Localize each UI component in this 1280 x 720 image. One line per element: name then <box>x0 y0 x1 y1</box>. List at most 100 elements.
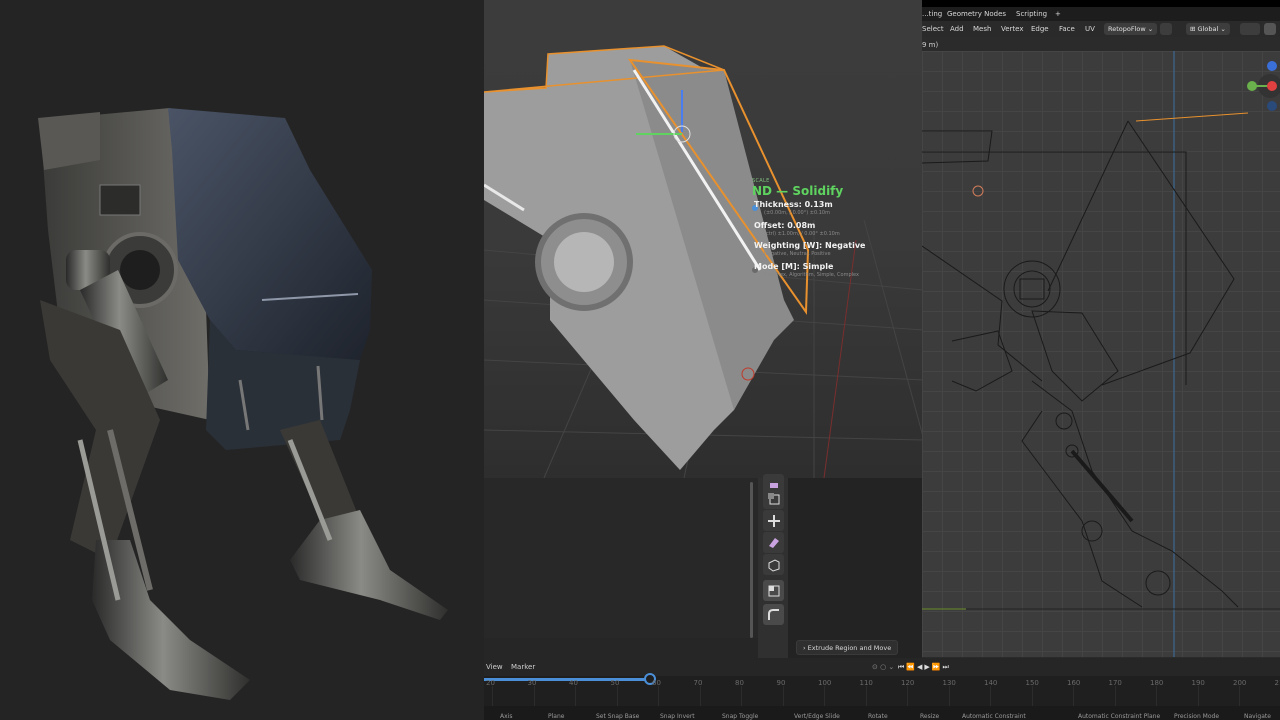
extrude-tool-button[interactable] <box>763 488 784 509</box>
status-hint: Axis <box>500 713 513 720</box>
timeline-tick-label: 80 <box>735 679 744 687</box>
viewport-header: Select Add Mesh Vertex Edge Face UV Reto… <box>922 21 1280 37</box>
wireframe-robot <box>922 51 1280 657</box>
walker-robot-illustration <box>38 108 448 700</box>
status-hint: Plane <box>548 713 565 720</box>
box-tool-button[interactable] <box>763 554 784 575</box>
tab-scripting[interactable]: Scripting <box>1016 10 1047 18</box>
timeline-menu-marker[interactable]: Marker <box>511 663 535 671</box>
transform-orientation-label: Global <box>1197 25 1219 33</box>
timeline-gridline <box>1156 686 1157 706</box>
timeline-gridline <box>616 686 618 706</box>
status-bar: Axis Plane Set Snap Base Snap Invert Snap To… <box>484 706 1280 720</box>
status-hint: Vert/Edge Slide <box>794 713 840 720</box>
tab-texture-painting[interactable]: ...ting <box>922 10 942 18</box>
scale-tool-button[interactable] <box>763 580 784 601</box>
timeline-tick-label: 210 <box>1274 679 1280 687</box>
pivot-icon[interactable] <box>1240 23 1260 35</box>
retopoflow-menu[interactable]: RetopoFlow ⌄ <box>1104 23 1158 35</box>
navigation-gizmo[interactable] <box>1246 58 1280 114</box>
tool-shelf <box>758 474 788 658</box>
lower-panel <box>484 478 758 660</box>
timeline-tick-label: 50 <box>610 679 620 687</box>
timeline-gridline <box>907 686 908 706</box>
last-operator-panel[interactable]: › Extrude Region and Move <box>796 640 899 655</box>
last-operator-label: Extrude Region and Move <box>807 644 892 652</box>
status-hint: Resize <box>920 713 940 720</box>
move-icon <box>767 514 780 527</box>
timeline-tick-label: 60 <box>652 679 661 687</box>
menu-face[interactable]: Face <box>1059 25 1075 33</box>
workspace-tabs: ...ting Geometry Nodes Scripting + <box>922 7 1280 21</box>
status-hint: Rotate <box>868 713 888 720</box>
status-hint: Snap Toggle <box>722 713 759 720</box>
menu-mesh[interactable]: Mesh <box>973 25 991 33</box>
retopoflow-label: RetopoFlow <box>1108 25 1146 33</box>
status-hint: Snap Invert <box>660 713 695 720</box>
move-tool-button[interactable] <box>763 510 784 531</box>
timeline-gridline <box>658 686 659 706</box>
timeline-progress <box>484 678 650 681</box>
timeline-gridline <box>1239 686 1240 706</box>
robot-render-image <box>0 0 484 720</box>
toolbar-scrollbar[interactable] <box>750 482 753 638</box>
offset-label: Offset: 0.08m <box>754 221 816 230</box>
timeline-gridline <box>492 686 493 706</box>
timeline-gridline <box>741 686 742 706</box>
timeline-menu-view[interactable]: View <box>486 663 503 671</box>
solidify-hud-title: ND — Solidify <box>752 184 844 198</box>
record-icon[interactable]: ⊙ ○ ⌄ <box>872 663 894 671</box>
shear-icon <box>768 537 779 548</box>
thickness-label: Thickness: 0.13m <box>754 200 833 209</box>
status-hint: Automatic Constraint Plane <box>1078 713 1161 720</box>
timeline-gridline <box>990 686 991 706</box>
chevron-down-icon: ⌄ <box>1147 25 1154 33</box>
extrude-icon <box>767 492 779 504</box>
timeline-gridline <box>575 686 576 706</box>
status-hint: Navigate <box>1244 713 1271 720</box>
menu-edge[interactable]: Edge <box>1031 25 1049 33</box>
menu-add[interactable]: Add <box>950 25 964 33</box>
weighting-hint: Negative, Neutral, Positive <box>764 251 831 257</box>
status-hint: Precision Mode <box>1174 713 1220 720</box>
timeline-gridline <box>782 686 784 706</box>
weighting-label: Weighting [W]: Negative <box>754 241 866 250</box>
transform-orientation-dropdown[interactable]: ⊞ Global ⌄ <box>1186 23 1230 35</box>
viewport-scene <box>484 45 924 478</box>
playback-controls[interactable]: ⏮⏪◀▶⏩⏭ <box>898 663 951 672</box>
cube-icon <box>768 558 779 572</box>
wireframe-viewport[interactable] <box>922 51 1280 657</box>
chevron-down-icon: ⌄ <box>1220 25 1226 33</box>
window-topbar <box>922 0 1280 7</box>
bevel-tool-button[interactable] <box>763 604 784 625</box>
timeline-gridline <box>1031 686 1033 706</box>
timeline-header: View Marker ⊙ ○ ⌄ ⏮⏪◀▶⏩⏭ <box>484 658 1280 676</box>
bevel-icon <box>767 608 779 620</box>
solidify-viewport[interactable]: SCALE ND — Solidify Thickness: 0.13m (±0… <box>484 0 924 478</box>
menu-select[interactable]: Select <box>922 25 944 33</box>
mode-label: Mode [M]: Simple <box>754 262 834 271</box>
snap-icon[interactable] <box>1160 23 1172 35</box>
timeline-gridline <box>1114 686 1116 706</box>
overlay-icon[interactable] <box>1264 23 1276 35</box>
timeline-tick-label: 90 <box>776 679 786 687</box>
thickness-hint: (±0.00m, / 0.00°) ±0.10m <box>764 210 830 216</box>
timeline-gridline <box>1073 686 1074 706</box>
viewport-info-text: 9 m) <box>922 41 939 49</box>
menu-vertex[interactable]: Vertex <box>1001 25 1024 33</box>
timeline-tick-label: 70 <box>693 679 703 687</box>
timeline-gridline <box>948 686 950 706</box>
scale-icon <box>768 585 779 596</box>
blender-window: ...ting Geometry Nodes Scripting + Selec… <box>922 0 1280 720</box>
shear-tool-button[interactable] <box>763 532 784 553</box>
timeline-gridline <box>824 686 825 706</box>
tab-geometry-nodes[interactable]: Geometry Nodes <box>947 10 1006 18</box>
timeline-tick-label: 20 <box>486 679 495 687</box>
menu-uv[interactable]: UV <box>1085 25 1095 33</box>
mode-hint: Complex, Algorithm, Simple, Complex <box>764 272 859 278</box>
timeline-gridline <box>533 686 535 706</box>
add-workspace-button[interactable]: + <box>1055 10 1061 18</box>
timeline-tick-label: 30 <box>527 679 537 687</box>
timeline-gridline <box>865 686 867 706</box>
timeline-scrubber[interactable]: 20 30 40 50 60 70 80 90 100 110 120 130 140 150 160 170… <box>484 673 1280 706</box>
